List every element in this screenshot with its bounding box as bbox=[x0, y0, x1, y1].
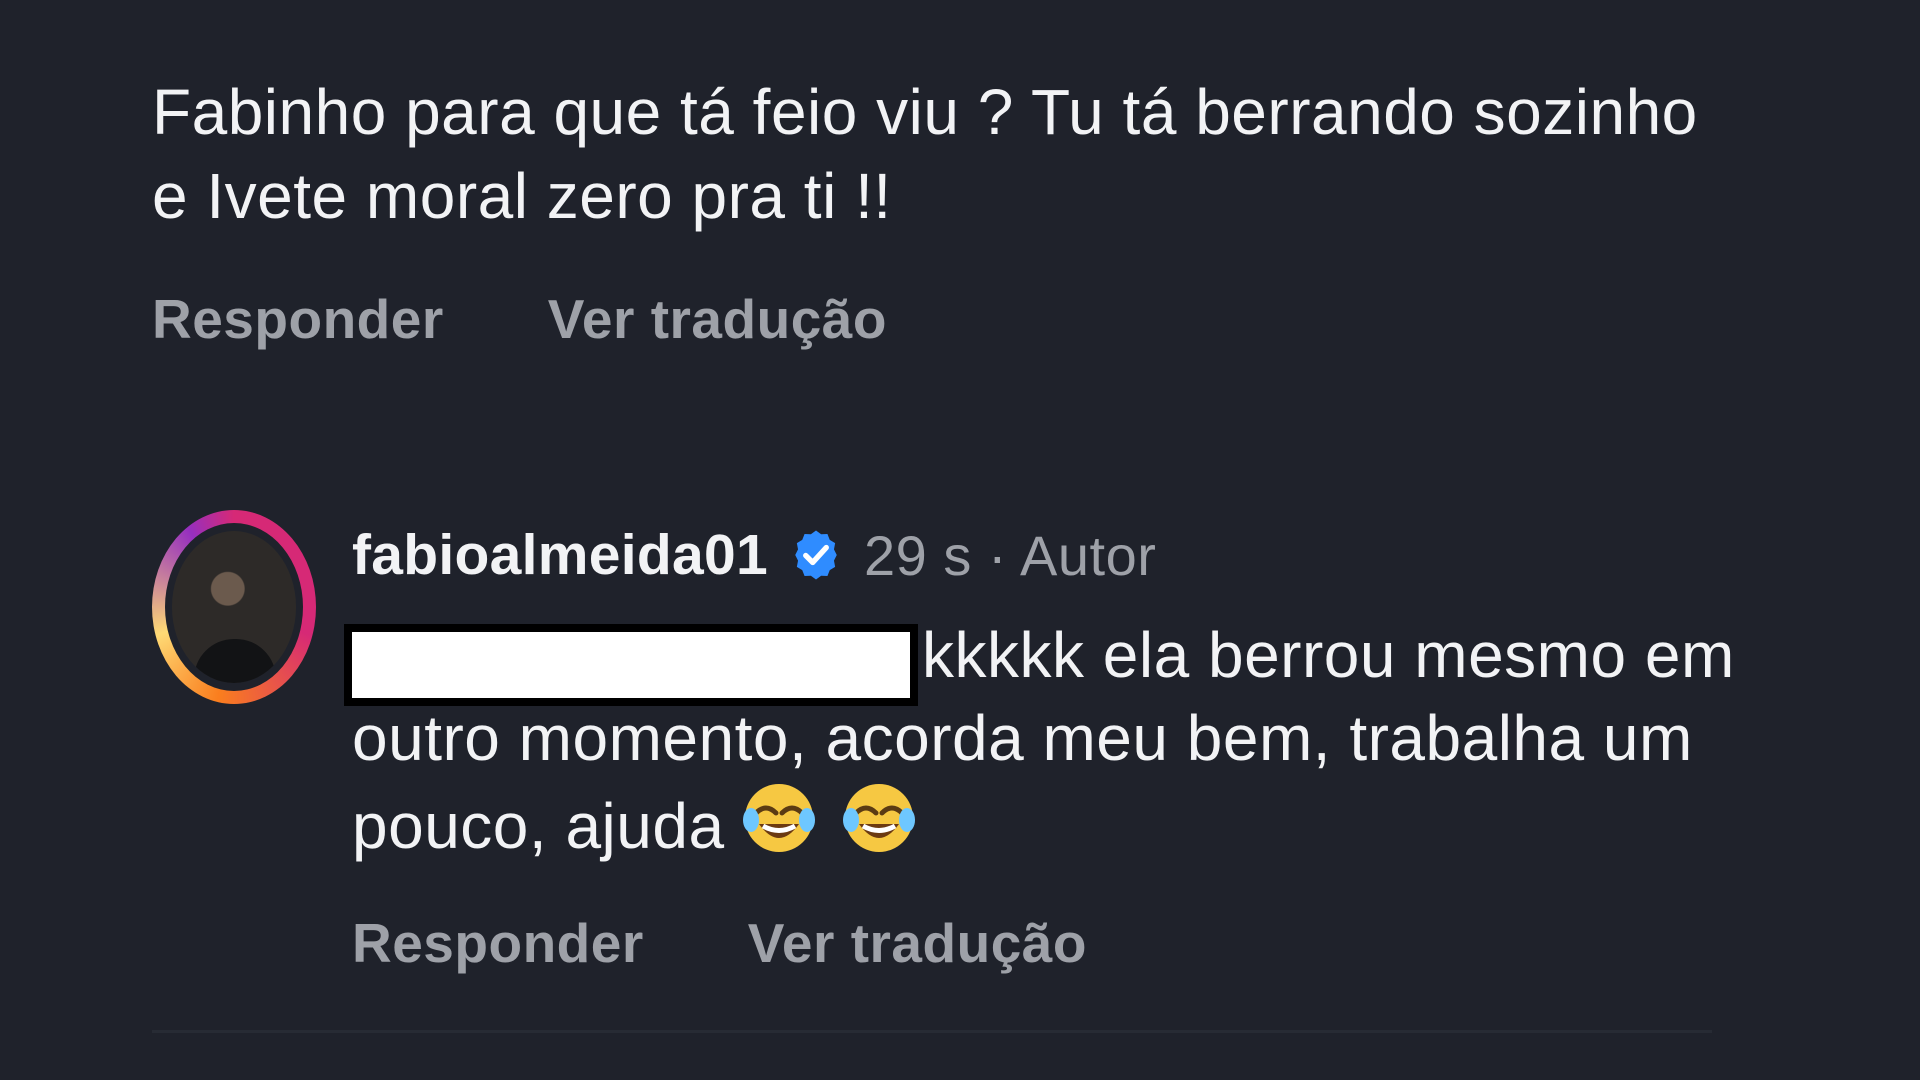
username-link[interactable]: fabioalmeida01 bbox=[352, 522, 768, 588]
reply-content: kkkkk ela berrou mesmo em outro momento,… bbox=[344, 614, 1812, 868]
reply-button[interactable]: Responder bbox=[352, 908, 644, 978]
reply-button[interactable]: Responder bbox=[152, 284, 444, 354]
see-translation-button[interactable]: Ver tradução bbox=[748, 908, 1087, 978]
comment-thread: Fabinho para que tá feio viu ? Tu tá ber… bbox=[0, 0, 1920, 1080]
top-comment-text: Fabinho para que tá feio viu ? Tu tá ber… bbox=[152, 76, 1717, 232]
reply-actions: Responder Ver tradução bbox=[352, 908, 1812, 978]
story-avatar[interactable] bbox=[152, 510, 316, 704]
reply-body: fabioalmeida01 29 s · Autor kkkkk ela be… bbox=[344, 510, 1812, 978]
reply-meta: fabioalmeida01 29 s · Autor bbox=[352, 510, 1812, 600]
bottom-divider bbox=[152, 1030, 1712, 1033]
laughing-emoji-icon bbox=[742, 784, 915, 852]
verified-badge-icon bbox=[795, 530, 837, 580]
see-translation-button[interactable]: Ver tradução bbox=[548, 284, 887, 354]
avatar bbox=[165, 523, 303, 691]
timestamp-author: 29 s · Autor bbox=[864, 523, 1157, 587]
top-comment: Fabinho para que tá feio viu ? Tu tá ber… bbox=[152, 70, 1712, 354]
redaction-box bbox=[344, 624, 918, 706]
top-comment-actions: Responder Ver tradução bbox=[152, 284, 1712, 354]
avatar-image bbox=[172, 531, 296, 683]
